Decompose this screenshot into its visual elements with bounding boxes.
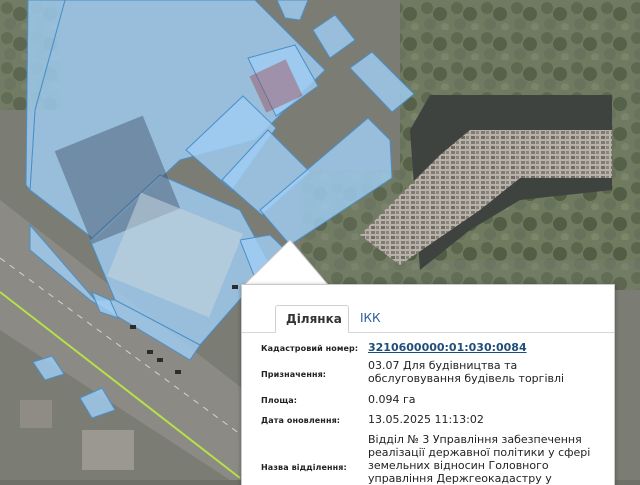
purpose-value: 03.07 Для будівництва та обслуговування … [368, 359, 565, 385]
cadastral-number-link[interactable]: 3210600000:01:030:0084 [368, 341, 608, 354]
area-label: Площа: [261, 396, 298, 405]
purpose-label: Призначення: [261, 370, 327, 379]
updated-label: Дата оновлення: [261, 416, 341, 425]
tab-parcel[interactable]: Ділянка [275, 305, 349, 333]
tab-ikk[interactable]: ІКК [350, 305, 391, 331]
updated-value: 13.05.2025 11:13:02 [368, 413, 484, 426]
department-value: Відділ № 3 Управління забезпечення реалі… [368, 433, 591, 485]
roof-bottom [82, 430, 134, 470]
parcel-info-popup: Ділянка ІКК Кадастровий номер: 321060000… [241, 284, 615, 485]
popup-tabs: Ділянка ІКК [242, 285, 614, 333]
department-label: Назва відділення: [261, 463, 347, 472]
area-value: 0.094 га [368, 393, 416, 406]
roof-bottom-2 [20, 400, 52, 428]
cadastral-label: Кадастровий номер: [261, 344, 359, 353]
